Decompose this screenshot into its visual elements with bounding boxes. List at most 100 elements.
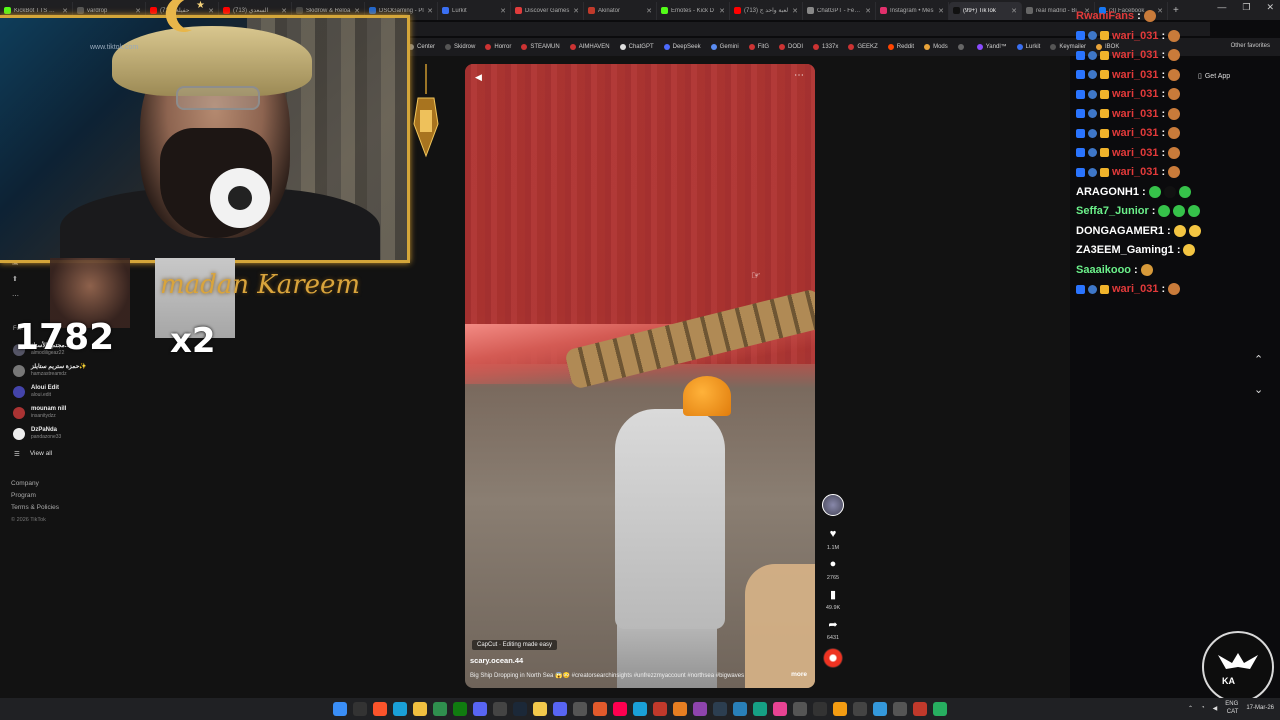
bookmark-item[interactable]: DODI (779, 44, 803, 50)
app18-icon[interactable] (693, 702, 707, 716)
app17-icon[interactable] (673, 702, 687, 716)
bookmark-item[interactable]: Skidrow (445, 44, 475, 50)
language-indicator[interactable]: ENG CAT (1225, 700, 1238, 716)
video-author[interactable]: scary.ocean.44 (470, 656, 523, 665)
app25-icon[interactable] (833, 702, 847, 716)
more-icon[interactable]: ⋯ (12, 292, 19, 300)
app28-icon[interactable] (893, 702, 907, 716)
explorer-icon[interactable] (413, 702, 427, 716)
volume-tray-icon[interactable]: ◀ (1213, 705, 1218, 712)
bookmark-item[interactable]: Lurkit (1016, 44, 1040, 50)
view-all-button[interactable]: ☰ View all (14, 450, 52, 458)
chevron-up-icon[interactable]: ⌃ (1254, 353, 1263, 366)
app26-icon[interactable] (853, 702, 867, 716)
bookmark-item[interactable]: 1337x (813, 44, 838, 50)
sidebar-account[interactable]: Aloui Edit aloui.edit (13, 385, 59, 398)
browser-tab[interactable]: Akinator ✕ (584, 1, 657, 20)
sidebar-account[interactable]: حمزة ستريم ستايلز✨ hamzastreamdz (13, 364, 87, 377)
bookmark-item[interactable]: Center (408, 44, 435, 50)
bookmark-item[interactable]: Mods (924, 44, 948, 50)
sidebar-account[interactable]: DzPaNda pandazone33 (13, 427, 61, 440)
caption-more-button[interactable]: more (791, 671, 807, 678)
app13-icon[interactable] (593, 702, 607, 716)
like-action[interactable]: ♥ 1.1M (826, 528, 840, 551)
tiktok-video-player[interactable]: ◀ ⋯ ☞ CapCut · Editing made easy scary.o… (465, 64, 815, 688)
creator-avatar[interactable] (822, 494, 844, 516)
tray-chevron-icon[interactable]: ⌃ (1188, 705, 1193, 712)
browser-tab[interactable]: (99+) TikTok ✕ (949, 1, 1022, 20)
app16-icon[interactable] (653, 702, 667, 716)
bookmark-item[interactable]: Gemini (710, 44, 739, 50)
app30-icon[interactable] (933, 702, 947, 716)
get-app-button[interactable]: ▯ Get App (1198, 72, 1230, 81)
footer-company-link[interactable]: Company (11, 478, 59, 490)
app7-icon[interactable] (473, 702, 487, 716)
chevron-down-icon[interactable]: ⌄ (1254, 383, 1263, 396)
app29-icon[interactable] (913, 702, 927, 716)
browser-tab[interactable]: Discover Games ✕ (511, 1, 584, 20)
bookmark-item[interactable]: Yandl™ (976, 44, 1007, 50)
maximize-icon[interactable]: ❐ (1242, 2, 1250, 13)
tab-close-icon[interactable]: ✕ (792, 7, 798, 15)
other-favorites[interactable]: Other favorites (1231, 43, 1270, 49)
footer-terms-link[interactable]: Terms & Policies (11, 502, 59, 514)
browser-tab[interactable]: (713) لعبة واحد ج ✕ (730, 1, 803, 20)
sidebar-account[interactable]: mounam nill insanitydzz (13, 406, 66, 419)
share-action[interactable]: ➦ 6431 (826, 618, 840, 641)
save-action[interactable]: ▮ 49.9K (826, 588, 840, 611)
minimize-icon[interactable]: — (1217, 2, 1226, 13)
bookmark-item[interactable]: GEEKZ (848, 44, 878, 50)
bookmark-item[interactable]: FitG (748, 44, 769, 50)
bookmark-item[interactable]: Reddit (887, 44, 914, 50)
app20-icon[interactable] (733, 702, 747, 716)
app24-icon[interactable] (813, 702, 827, 716)
bookmark-item[interactable]: ChatGPT (619, 44, 654, 50)
capcut-tag[interactable]: CapCut · Editing made easy (472, 640, 558, 650)
tab-close-icon[interactable]: ✕ (427, 7, 433, 15)
app15-icon[interactable] (633, 702, 647, 716)
comment-action[interactable]: ● 2765 (826, 558, 840, 581)
music-disc-icon[interactable] (823, 648, 843, 668)
tab-close-icon[interactable]: ✕ (1011, 7, 1017, 15)
tab-close-icon[interactable]: ✕ (719, 7, 725, 15)
browser-tab[interactable]: Emotes - Kick D ✕ (657, 1, 730, 20)
wifi-icon[interactable]: ◔ (1201, 705, 1205, 711)
tab-close-icon[interactable]: ✕ (135, 7, 141, 15)
app19-icon[interactable] (713, 702, 727, 716)
bookmark-item[interactable] (957, 44, 967, 50)
tab-close-icon[interactable]: ✕ (354, 7, 360, 15)
app10-icon[interactable] (533, 702, 547, 716)
tab-close-icon[interactable]: ✕ (281, 7, 287, 15)
search-icon[interactable] (353, 702, 367, 716)
bookmark-item[interactable]: AIMHAVEN (569, 44, 610, 50)
steam-icon[interactable] (513, 702, 527, 716)
tab-close-icon[interactable]: ✕ (646, 7, 652, 15)
bookmark-item[interactable]: DeepSeek (663, 44, 701, 50)
tab-close-icon[interactable]: ✕ (865, 7, 871, 15)
edge-icon[interactable] (393, 702, 407, 716)
browser-tab[interactable]: Instagram • Mes ✕ (876, 1, 949, 20)
tiktok-icon[interactable] (613, 702, 627, 716)
bookmark-item[interactable]: Horror (485, 44, 511, 50)
app21-icon[interactable] (753, 702, 767, 716)
video-options-icon[interactable]: ⋯ (794, 70, 805, 81)
app12-icon[interactable] (573, 702, 587, 716)
tab-close-icon[interactable]: ✕ (938, 7, 944, 15)
discord-icon[interactable] (553, 702, 567, 716)
bookmark-item[interactable]: STEAMUN (521, 44, 560, 50)
upload-icon[interactable]: ⬆ (12, 275, 19, 283)
xbox-icon[interactable] (453, 702, 467, 716)
app5-icon[interactable] (433, 702, 447, 716)
tab-close-icon[interactable]: ✕ (62, 7, 68, 15)
brave-icon[interactable] (373, 702, 387, 716)
tab-close-icon[interactable]: ✕ (500, 7, 506, 15)
start-icon[interactable] (333, 702, 347, 716)
tab-close-icon[interactable]: ✕ (1157, 7, 1163, 15)
new-tab-button[interactable]: + (1173, 5, 1179, 16)
close-icon[interactable]: ✕ (1266, 2, 1274, 13)
app22-icon[interactable] (773, 702, 787, 716)
browser-tab[interactable]: Lurkit ✕ (438, 1, 511, 20)
app23-icon[interactable] (793, 702, 807, 716)
browser-tab[interactable]: ChatGPT - Fema ✕ (803, 1, 876, 20)
footer-program-link[interactable]: Program (11, 490, 59, 502)
